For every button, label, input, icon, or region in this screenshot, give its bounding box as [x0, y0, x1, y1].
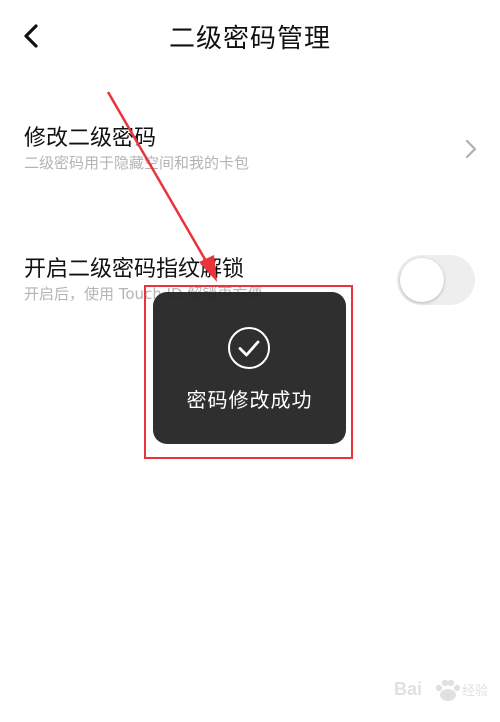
navbar: 二级密码管理 — [0, 0, 500, 80]
svg-text:经验: 经验 — [462, 683, 488, 699]
baidu-watermark-logo: Bai 经验 — [394, 679, 488, 701]
toast-message: 密码修改成功 — [186, 388, 313, 412]
modify-password-title: 修改二级密码 — [24, 126, 157, 151]
chevron-right-icon — [465, 139, 477, 159]
modify-password-subtitle: 二级密码用于隐藏空间和我的卡包 — [24, 154, 250, 172]
page-title: 二级密码管理 — [168, 24, 331, 54]
touch-unlock-toggle[interactable] — [397, 255, 475, 305]
toggle-knob — [400, 258, 444, 302]
touch-unlock-title: 开启二级密码指纹解锁 — [24, 257, 245, 282]
svg-text:Bai: Bai — [394, 679, 422, 699]
modify-password-row[interactable]: 修改二级密码 二级密码用于隐藏空间和我的卡包 — [0, 112, 500, 192]
check-circle-icon — [228, 327, 270, 369]
screen: 二级密码管理 修改二级密码 二级密码用于隐藏空间和我的卡包 开启二级密码指纹解锁… — [0, 0, 500, 722]
success-toast: 密码修改成功 — [153, 292, 346, 444]
